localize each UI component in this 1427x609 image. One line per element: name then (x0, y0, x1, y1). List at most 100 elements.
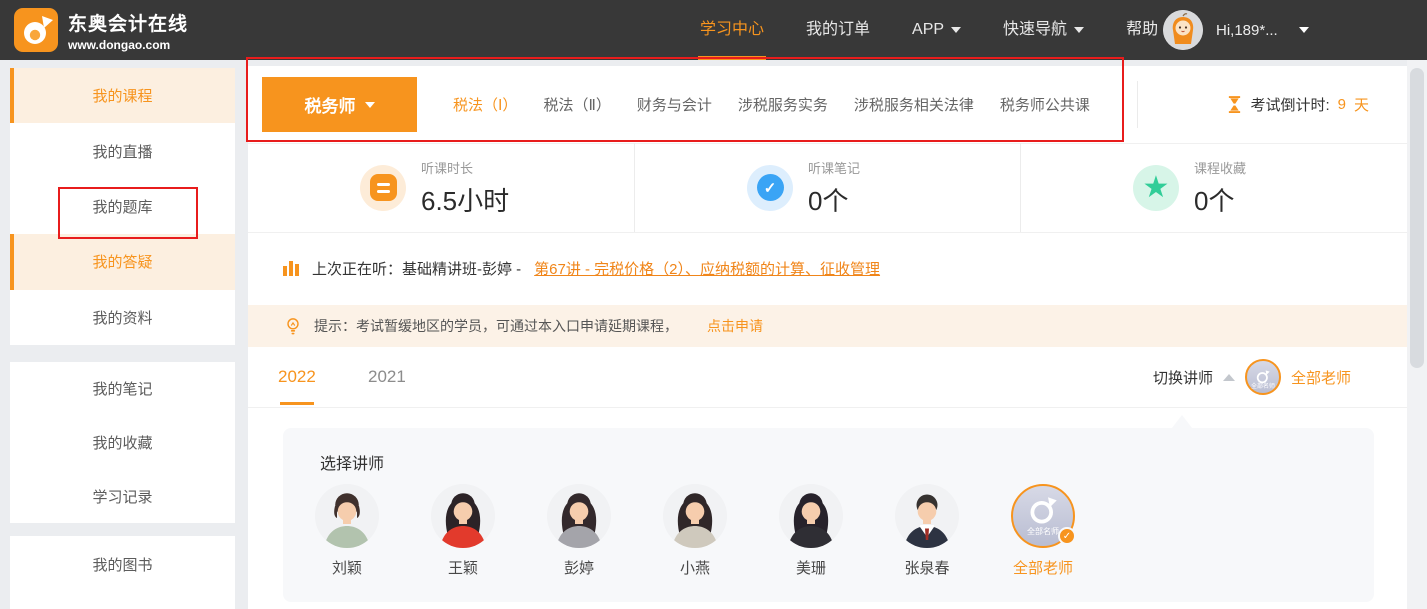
all-teachers-badge[interactable]: 全部名师 (1245, 359, 1281, 395)
mascot-avatar-icon (1163, 10, 1203, 50)
tab-tax-law-1[interactable]: 税法（Ⅰ） (453, 94, 517, 115)
stat-label: 听课时长 (421, 158, 509, 177)
dongao-logo-icon (14, 8, 58, 52)
nav-app[interactable]: APP (912, 0, 961, 60)
teacher-select-card: 选择讲师 刘颖 王颖 彭婷 小燕 美珊 (283, 428, 1374, 602)
top-nav: 学习中心 我的订单 APP 快速导航 帮助 (700, 0, 1158, 60)
chevron-down-icon (365, 102, 375, 108)
divider (1137, 81, 1138, 128)
nav-quick-nav[interactable]: 快速导航 (1003, 0, 1084, 60)
sidebar-item-my-notes[interactable]: 我的笔记 (10, 362, 235, 416)
switch-teacher-label: 切换讲师 (1153, 367, 1213, 388)
top-header: 东奥会计在线 www.dongao.com 学习中心 我的订单 APP 快速导航… (0, 0, 1427, 60)
avatar[interactable] (1163, 10, 1203, 50)
teacher-name: 张泉春 (904, 557, 949, 578)
nav-my-orders[interactable]: 我的订单 (806, 0, 870, 60)
teacher-name: 美珊 (796, 557, 826, 578)
stat-notes: ✓ 听课笔记 0个 (634, 143, 1020, 232)
tab-public-course[interactable]: 税务师公共课 (1000, 94, 1090, 115)
tab-year-2022[interactable]: 2022 (278, 347, 316, 407)
chevron-down-icon (1074, 27, 1084, 33)
exam-tab-bar: 税务师 税法（Ⅰ） 税法（Ⅱ） 财务与会计 涉税服务实务 涉税服务相关法律 税务… (248, 66, 1407, 143)
tab-year-2021[interactable]: 2021 (368, 347, 406, 407)
user-greeting: Hi,189*... (1216, 22, 1278, 39)
check-icon: ✓ (747, 165, 793, 211)
sidebar-item-my-books[interactable]: 我的图书 (10, 536, 235, 592)
course-tabs: 税法（Ⅰ） 税法（Ⅱ） 财务与会计 涉税服务实务 涉税服务相关法律 税务师公共课 (453, 94, 1090, 115)
tab-finance-accounting[interactable]: 财务与会计 (637, 94, 712, 115)
stat-value: 0个 (1194, 181, 1246, 218)
teacher-name: 彭婷 (564, 557, 594, 578)
teacher-item[interactable]: 刘颖 (291, 484, 403, 578)
teacher-avatar[interactable] (431, 484, 495, 548)
teacher-avatar[interactable] (663, 484, 727, 548)
all-teachers-avatar[interactable]: 全部名师 ✓ (1011, 484, 1075, 548)
teacher-avatar[interactable] (315, 484, 379, 548)
main-panel: 税务师 税法（Ⅰ） 税法（Ⅱ） 财务与会计 涉税服务实务 涉税服务相关法律 税务… (248, 66, 1407, 609)
sidebar-item-my-question-bank[interactable]: 我的题库 (10, 179, 235, 234)
tip-apply-link[interactable]: 点击申请 (707, 316, 763, 336)
teacher-name: 全部老师 (1013, 557, 1073, 578)
teacher-item[interactable]: 张泉春 (871, 484, 983, 578)
teacher-item[interactable]: 王颖 (407, 484, 519, 578)
selected-teacher-label[interactable]: 全部老师 (1291, 367, 1351, 388)
last-listening-text: 上次正在听：基础精讲班-彭婷 - (312, 258, 521, 279)
teacher-item[interactable]: 小燕 (639, 484, 751, 578)
stat-listening-hours: 听课时长 6.5小时 (248, 143, 634, 232)
sidebar-item-my-favorites[interactable]: 我的收藏 (10, 416, 235, 470)
stat-value: 0个 (808, 181, 860, 218)
teacher-item[interactable]: 全部名师 ✓ 全部老师 (987, 484, 1099, 578)
tip-text: 提示：考试暂缓地区的学员，可通过本入口申请延期课程， (314, 316, 678, 336)
hourglass-icon (1227, 95, 1242, 114)
sidebar-item-my-live[interactable]: 我的直播 (10, 123, 235, 178)
chevron-down-icon (951, 27, 961, 33)
teacher-item[interactable]: 彭婷 (523, 484, 635, 578)
stats-row: 听课时长 6.5小时 ✓ 听课笔记 0个 ★ 课程收藏 0个 (248, 143, 1407, 232)
user-menu[interactable]: Hi,189*... (1163, 0, 1309, 60)
stat-label: 听课笔记 (808, 158, 860, 177)
selected-check-icon: ✓ (1058, 527, 1076, 545)
teacher-avatar[interactable] (547, 484, 611, 548)
last-listening-row: 上次正在听：基础精讲班-彭婷 - 第67讲 - 完税价格（2）、应纳税额的计算、… (248, 232, 1407, 305)
site-logo[interactable]: 东奥会计在线 www.dongao.com (14, 8, 188, 52)
sidebar-item-my-qa[interactable]: 我的答疑 (10, 234, 235, 289)
exam-countdown: 考试倒计时: 9 天 (1227, 66, 1369, 143)
countdown-value: 9 (1338, 96, 1346, 113)
last-listening-link[interactable]: 第67讲 - 完税价格（2）、应纳税额的计算、征收管理 (534, 258, 880, 279)
stat-label: 课程收藏 (1194, 158, 1246, 177)
teacher-item[interactable]: 美珊 (755, 484, 867, 578)
star-icon: ★ (1133, 165, 1179, 211)
sidebar-item-my-courses[interactable]: 我的课程 (10, 68, 235, 123)
site-title: 东奥会计在线 (68, 9, 188, 36)
equalizer-icon (283, 261, 299, 276)
teacher-list: 刘颖 王颖 彭婷 小燕 美珊 张泉春 (291, 484, 1099, 578)
teacher-name: 小燕 (680, 557, 710, 578)
teacher-name: 王颖 (448, 557, 478, 578)
card-notch (1172, 415, 1192, 428)
nav-help[interactable]: 帮助 (1126, 0, 1158, 60)
lightbulb-icon (285, 316, 301, 337)
teacher-avatar[interactable] (895, 484, 959, 548)
scrollbar-track[interactable] (1407, 60, 1427, 609)
chevron-up-icon[interactable] (1223, 374, 1235, 381)
chevron-down-icon[interactable] (1299, 27, 1309, 33)
tab-tax-related-law[interactable]: 涉税服务相关法律 (854, 94, 974, 115)
exam-selector-button[interactable]: 税务师 (262, 77, 417, 132)
card-title: 选择讲师 (320, 450, 384, 474)
nav-learning-center[interactable]: 学习中心 (700, 0, 764, 60)
scrollbar-thumb[interactable] (1410, 68, 1424, 368)
tip-banner: 提示：考试暂缓地区的学员，可通过本入口申请延期课程， 点击申请 (248, 305, 1407, 347)
stat-favorites: ★ 课程收藏 0个 (1020, 143, 1406, 232)
sidebar-group-courses: 我的课程 我的直播 我的题库 我的答疑 我的资料 (10, 68, 235, 345)
notebook-icon (360, 165, 406, 211)
tab-tax-law-2[interactable]: 税法（Ⅱ） (543, 94, 610, 115)
switch-teacher-control: 切换讲师 全部名师 全部老师 (1153, 347, 1351, 407)
sidebar-item-my-materials[interactable]: 我的资料 (10, 290, 235, 345)
divider (248, 407, 1407, 408)
stat-value: 6.5小时 (421, 181, 509, 218)
countdown-unit: 天 (1354, 94, 1369, 115)
countdown-label: 考试倒计时: (1250, 94, 1329, 115)
teacher-avatar[interactable] (779, 484, 843, 548)
tab-tax-service-practice[interactable]: 涉税服务实务 (738, 94, 828, 115)
sidebar-item-study-records[interactable]: 学习记录 (10, 469, 235, 523)
